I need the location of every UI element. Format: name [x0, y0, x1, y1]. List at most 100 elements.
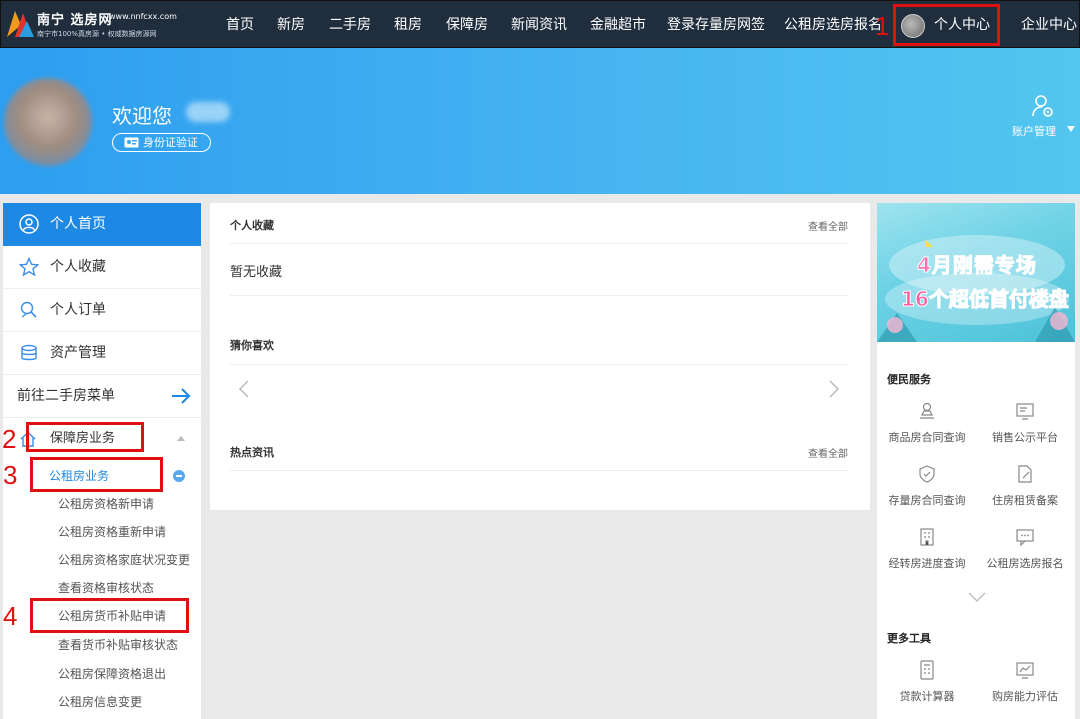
nav-home[interactable]: 首页: [226, 1, 254, 49]
arrow-right-icon: [172, 388, 191, 404]
service-transfer-progress-query[interactable]: 经转房进度查询: [879, 527, 975, 577]
site-logo[interactable]: 南宁 选房网 www.nnfcxx.com 南宁市100%真房源 • 权威数据房…: [5, 7, 177, 43]
leaf-label: 公租房保障资格退出: [58, 667, 167, 681]
nav-affordable-housing[interactable]: 保障房: [446, 1, 488, 49]
goto-label: 前往二手房菜单: [17, 388, 115, 404]
service-label: 住房租赁备案: [992, 494, 1058, 507]
expand-chevron-icon[interactable]: [968, 592, 986, 602]
leaf-label: 查看货币补贴审核状态: [58, 638, 179, 652]
top-nav: 南宁 选房网 www.nnfcxx.com 南宁市100%真房源 • 权威数据房…: [0, 0, 1080, 48]
logo-icon: [7, 11, 34, 37]
leaf-new-application[interactable]: 公租房资格新申请: [3, 490, 201, 518]
blurred-username: [186, 102, 230, 122]
nav-new-house[interactable]: 新房: [277, 1, 305, 49]
id-card-icon: [124, 137, 139, 148]
recommend-title: 猜你喜欢: [230, 339, 274, 352]
profile-banner: 欢迎您 身份证验证 账户管理: [0, 48, 1080, 194]
service-label: 存量房合同查询: [888, 494, 966, 507]
account-settings-icon[interactable]: [1032, 94, 1054, 118]
sidebar-item-home[interactable]: 个人首页: [3, 203, 201, 246]
service-existing-contract-query[interactable]: 存量房合同查询: [879, 464, 975, 514]
leaf-label: 公租房资格家庭状况变更: [58, 553, 191, 567]
collapse-caret-icon[interactable]: [177, 436, 185, 441]
leaf-family-change[interactable]: 公租房资格家庭状况变更: [3, 546, 201, 574]
step-mark-4: 4: [3, 601, 18, 631]
goto-second-hand-menu[interactable]: 前往二手房菜单: [3, 375, 201, 418]
nav-finance[interactable]: 金融超市: [590, 1, 646, 49]
id-verify-label: 身份证验证: [143, 136, 198, 149]
service-sales-publicity[interactable]: 销售公示平台: [977, 401, 1073, 451]
account-caret-icon[interactable]: [1067, 126, 1075, 132]
logo-url: www.nnfcxx.com: [109, 12, 177, 21]
id-verify-button[interactable]: 身份证验证: [112, 133, 211, 152]
chart-screen-icon: [1016, 662, 1034, 679]
service-rental-filing[interactable]: 住房租赁备案: [977, 464, 1073, 514]
services-title: 便民服务: [887, 373, 931, 386]
sidebar-item-label: 资产管理: [50, 345, 106, 361]
highlight-box-1: [893, 4, 1000, 46]
chat-icon: [1016, 529, 1034, 547]
collapse-dot-icon[interactable]: [173, 470, 185, 482]
logo-tagline: 南宁市100%真房源 • 权威数据房源网: [37, 30, 157, 38]
logo-name: 南宁 选房网: [37, 13, 113, 28]
sidebar-item-label: 个人订单: [50, 302, 106, 318]
shield-check-icon: [919, 465, 935, 483]
divider: [230, 243, 848, 244]
service-label: 经转房进度查询: [888, 557, 966, 570]
tools-title: 更多工具: [887, 632, 931, 645]
nav-enterprise-center[interactable]: 企业中心: [1021, 1, 1077, 49]
coins-icon: [21, 344, 37, 361]
building-icon: [920, 528, 934, 546]
document-edit-icon: [1018, 465, 1032, 483]
calculator-icon: [920, 660, 934, 680]
service-commercial-contract-query[interactable]: 商品房合同查询: [879, 401, 975, 451]
sidebar-item-orders[interactable]: 个人订单: [3, 289, 201, 332]
promo-banner[interactable]: 4月刚需专场 16个超低首付楼盘: [877, 203, 1075, 342]
order-icon: [20, 301, 37, 318]
nav-second-hand[interactable]: 二手房: [329, 1, 371, 49]
step-mark-3: 3: [3, 460, 18, 490]
tool-loan-calculator[interactable]: 贷款计算器: [879, 660, 975, 710]
carousel-prev-icon[interactable]: [238, 379, 250, 399]
favorites-view-all[interactable]: 查看全部: [808, 218, 848, 233]
favorites-title: 个人收藏: [230, 219, 274, 232]
sidebar-item-label: 个人首页: [50, 216, 106, 232]
sidebar-item-favorites[interactable]: 个人收藏: [3, 246, 201, 289]
user-avatar[interactable]: [4, 78, 92, 166]
screen-icon: [1016, 403, 1034, 420]
welcome-text: 欢迎您: [112, 104, 172, 128]
nav-public-rental-signup[interactable]: 公租房选房报名: [784, 1, 882, 49]
right-panel: 4月刚需专场 16个超低首付楼盘 便民服务 商品房合同查询 销售公示平台 存量房…: [877, 203, 1075, 719]
account-management-label[interactable]: 账户管理: [1012, 123, 1056, 139]
promo-line1: 4月刚需专场: [917, 253, 1037, 278]
sidebar-item-assets[interactable]: 资产管理: [3, 332, 201, 375]
promo-line2: 16个超低首付楼盘: [901, 287, 1070, 312]
tool-affordability-assessment[interactable]: 购房能力评估: [977, 660, 1073, 710]
service-public-rental-signup[interactable]: 公租房选房报名: [977, 527, 1073, 577]
leaf-label: 公租房资格新申请: [58, 497, 155, 511]
sidebar: 个人首页 个人收藏 个人订单 资产管理 前往二手房菜单 保障房业务 公租房业务 …: [3, 203, 201, 719]
divider: [230, 364, 848, 365]
nav-news[interactable]: 新闻资讯: [511, 1, 567, 49]
service-label: 公租房选房报名: [986, 557, 1064, 570]
nav-rent[interactable]: 租房: [394, 1, 422, 49]
leaf-qualification-exit[interactable]: 公租房保障资格退出: [3, 660, 201, 688]
tool-label: 贷款计算器: [899, 690, 955, 703]
divider: [230, 295, 848, 296]
service-label: 销售公示平台: [992, 431, 1058, 444]
leaf-subsidy-status[interactable]: 查看货币补贴审核状态: [3, 631, 201, 659]
user-circle-icon: [19, 214, 39, 234]
star-icon: [19, 257, 39, 277]
leaf-reapplication[interactable]: 公租房资格重新申请: [3, 518, 201, 546]
carousel-next-icon[interactable]: [828, 379, 840, 399]
leaf-label: 公租房信息变更: [58, 695, 143, 709]
step-mark-2: 2: [2, 424, 17, 454]
leaf-info-change[interactable]: 公租房信息变更: [3, 688, 201, 716]
sidebar-item-label: 个人收藏: [50, 259, 106, 275]
news-view-all[interactable]: 查看全部: [808, 445, 848, 460]
service-label: 商品房合同查询: [888, 431, 966, 444]
nav-contract-signing[interactable]: 登录存量房网签: [667, 1, 765, 49]
step-mark-1: 1: [875, 11, 890, 41]
tool-label: 购房能力评估: [992, 690, 1058, 703]
highlight-box-4: [30, 598, 189, 633]
